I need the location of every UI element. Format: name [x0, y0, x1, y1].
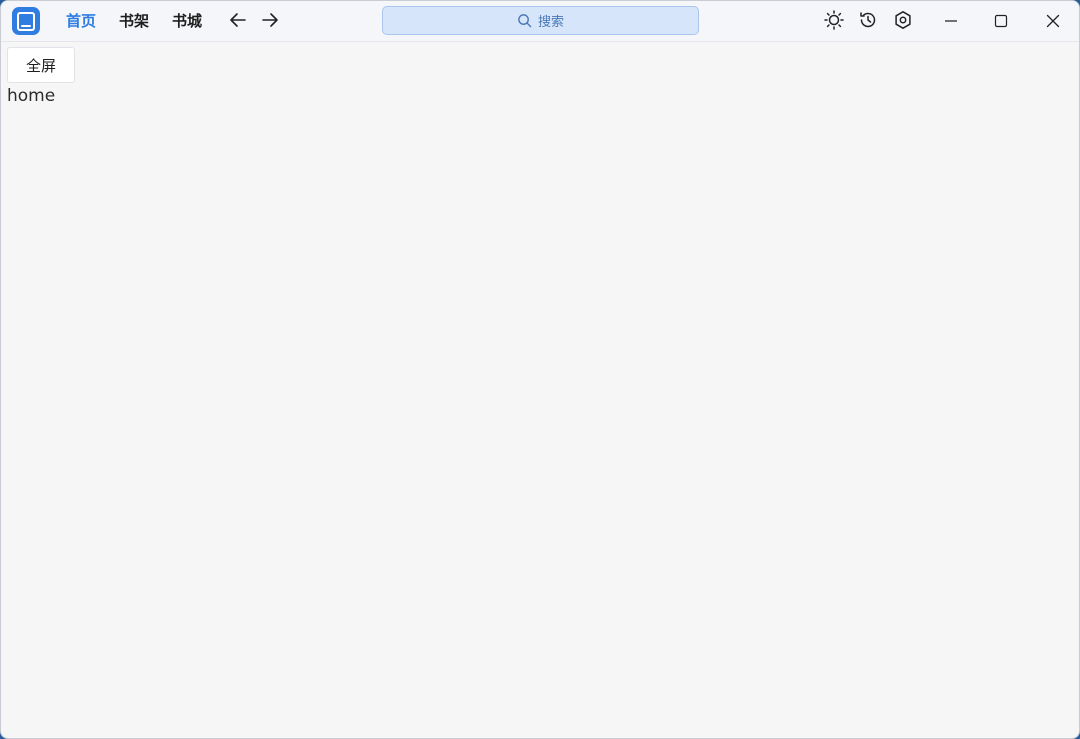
- history-icon: [860, 12, 876, 28]
- back-button[interactable]: [227, 9, 249, 31]
- tab-bookshelf[interactable]: 书架: [119, 11, 149, 31]
- minimize-button[interactable]: [936, 7, 966, 35]
- maximize-button[interactable]: [986, 7, 1016, 35]
- history-button[interactable]: [857, 9, 879, 31]
- book-icon: [17, 11, 35, 31]
- minimize-icon: [945, 20, 957, 22]
- settings-icon: [895, 11, 911, 29]
- app-logo: [12, 7, 40, 35]
- search-placeholder: 搜索: [537, 15, 564, 30]
- arrow-right-icon: [262, 13, 278, 27]
- search-icon: [518, 14, 532, 28]
- theme-toggle-button[interactable]: [823, 9, 845, 31]
- arrow-left-icon: [230, 13, 246, 27]
- fullscreen-button[interactable]: 全屏: [7, 47, 75, 83]
- tab-home[interactable]: 首页: [66, 11, 96, 31]
- maximize-icon: [994, 14, 1008, 28]
- search-bar[interactable]: 搜索: [382, 6, 699, 35]
- title-bar: 首页 书架 书城 搜索: [1, 1, 1079, 42]
- app-window: 首页 书架 书城 搜索 全屏 home: [0, 0, 1080, 739]
- forward-button[interactable]: [259, 9, 281, 31]
- tab-bookstore[interactable]: 书城: [172, 11, 202, 31]
- sun-icon: [824, 10, 844, 30]
- close-button[interactable]: [1038, 7, 1068, 35]
- close-icon: [1046, 14, 1060, 28]
- settings-button[interactable]: [892, 9, 914, 31]
- route-text: home: [7, 86, 56, 106]
